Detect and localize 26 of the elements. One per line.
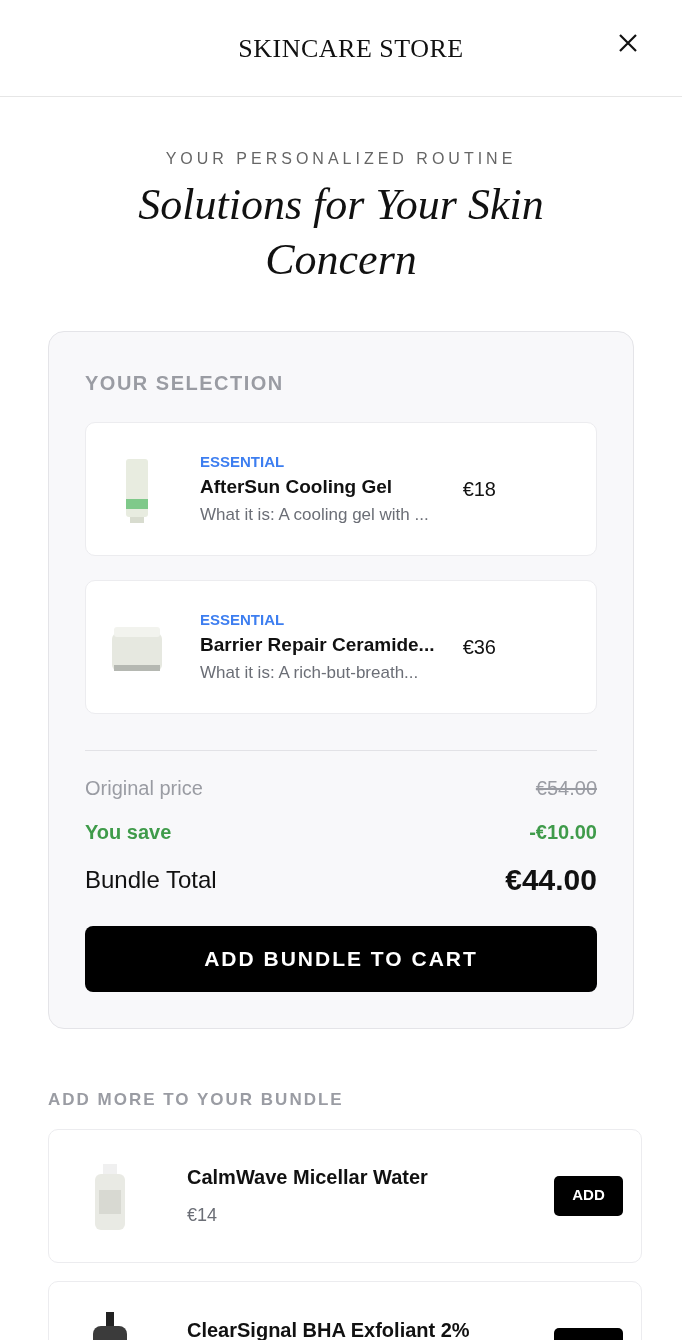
routine-eyebrow: YOUR PERSONALIZED ROUTINE bbox=[164, 149, 518, 169]
section-title: ADD MORE TO YOUR BUNDLE bbox=[48, 1089, 345, 1111]
price-label: Original price bbox=[85, 776, 203, 801]
product-price: €14 bbox=[187, 1204, 219, 1227]
product-name: AfterSun Cooling Gel bbox=[200, 475, 394, 500]
section-title: YOUR SELECTION bbox=[85, 371, 285, 396]
product-description: What it is: A cooling gel with ... bbox=[200, 503, 429, 526]
add-button[interactable]: ADD bbox=[554, 1175, 623, 1216]
add-bundle-button[interactable]: ADD BUNDLE TO CART bbox=[85, 926, 597, 992]
product-name: ClearSignal BHA Exfoliant 2% bbox=[187, 1317, 470, 1340]
store-title: SKINCARE STORE bbox=[238, 32, 464, 65]
product-name: Barrier Repair Ceramide... bbox=[200, 633, 435, 658]
original-price: €54.00 bbox=[535, 776, 597, 801]
product-description: What it is: A rich-but-breath... bbox=[200, 661, 420, 684]
savings-label: You save bbox=[85, 820, 172, 845]
close-icon bbox=[618, 33, 638, 53]
page-heading: Solutions for Your Skin Concern bbox=[137, 179, 545, 286]
product-price: €18 bbox=[462, 477, 496, 502]
savings-amount: -€10.00 bbox=[529, 820, 597, 845]
product-tag: ESSENTIAL bbox=[200, 608, 435, 632]
close-button[interactable] bbox=[618, 33, 638, 53]
product-tag: ESSENTIAL bbox=[200, 450, 429, 474]
product-price: €36 bbox=[462, 635, 496, 660]
total-label: Bundle Total bbox=[85, 864, 217, 895]
bundle-total: €44.00 bbox=[505, 862, 597, 898]
product-name: CalmWave Micellar Water bbox=[187, 1165, 428, 1190]
